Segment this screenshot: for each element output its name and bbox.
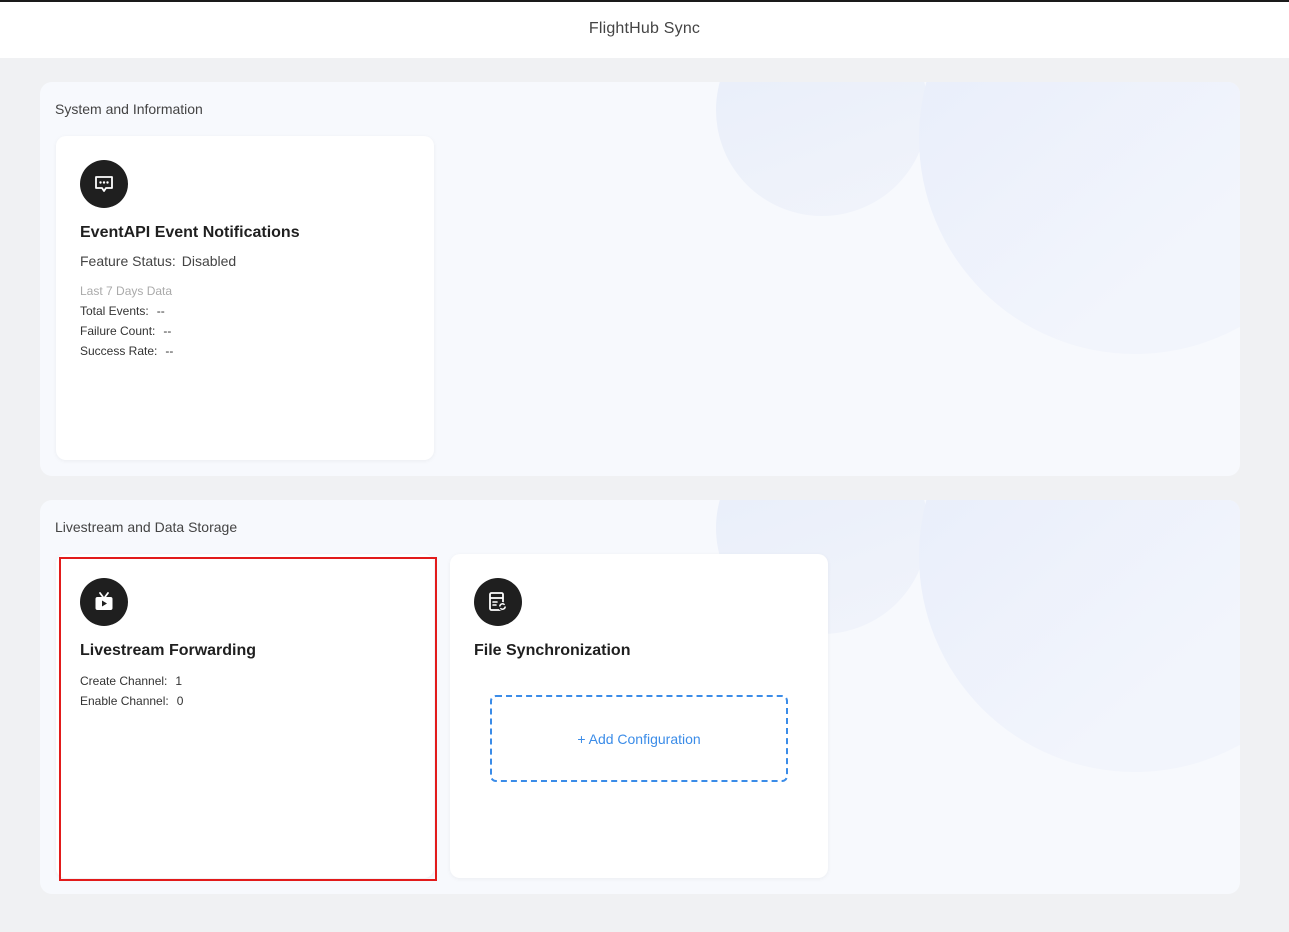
file-sync-icon [474,578,522,626]
feature-status-label: Feature Status: [80,253,176,269]
stat-enable-channel: Enable Channel: 0 [80,694,183,708]
stats-caption: Last 7 Days Data [80,284,173,298]
card-livestream-forwarding[interactable]: Livestream Forwarding Create Channel: 1 E… [56,554,434,878]
card-eventapi-notifications[interactable]: EventAPI Event Notifications Feature Sta… [56,136,434,460]
card-title: EventAPI Event Notifications [80,224,300,241]
chat-bubble-icon [80,160,128,208]
decorative-circle [919,500,1240,772]
decorative-circle [919,82,1240,354]
stat-value: -- [163,324,172,338]
stat-value: 1 [175,674,183,688]
card-title: File Synchronization [474,642,631,659]
card-title: Livestream Forwarding [80,642,257,659]
feature-status: Feature Status: Disabled [80,253,242,269]
add-configuration-button[interactable]: + Add Configuration [490,695,788,782]
section-system-information: System and Information EventAPI Event No… [40,82,1240,476]
stat-value: 0 [176,694,184,708]
tv-play-icon [80,578,128,626]
stat-label: Failure Count: [80,324,156,338]
card-file-synchronization[interactable]: File Synchronization + Add Configuration [450,554,828,878]
stat-value: -- [156,304,165,318]
stat-label: Enable Channel: [80,694,169,708]
stat-success-rate: Success Rate: -- [80,344,173,358]
section-livestream-data-storage: Livestream and Data Storage Livestream F… [40,500,1240,894]
stat-label: Total Events: [80,304,149,318]
feature-status-value: Disabled [181,253,237,269]
decorative-circle [716,82,928,216]
top-bar: FlightHub Sync [0,0,1289,58]
stat-label: Success Rate: [80,344,158,358]
stat-total-events: Total Events: -- [80,304,165,318]
section-title: System and Information [55,101,203,117]
stat-value: -- [165,344,174,358]
app-title: FlightHub Sync [588,20,701,37]
stat-create-channel: Create Channel: 1 [80,674,182,688]
stat-label: Create Channel: [80,674,168,688]
section-title: Livestream and Data Storage [55,519,238,535]
stat-failure-count: Failure Count: -- [80,324,171,338]
